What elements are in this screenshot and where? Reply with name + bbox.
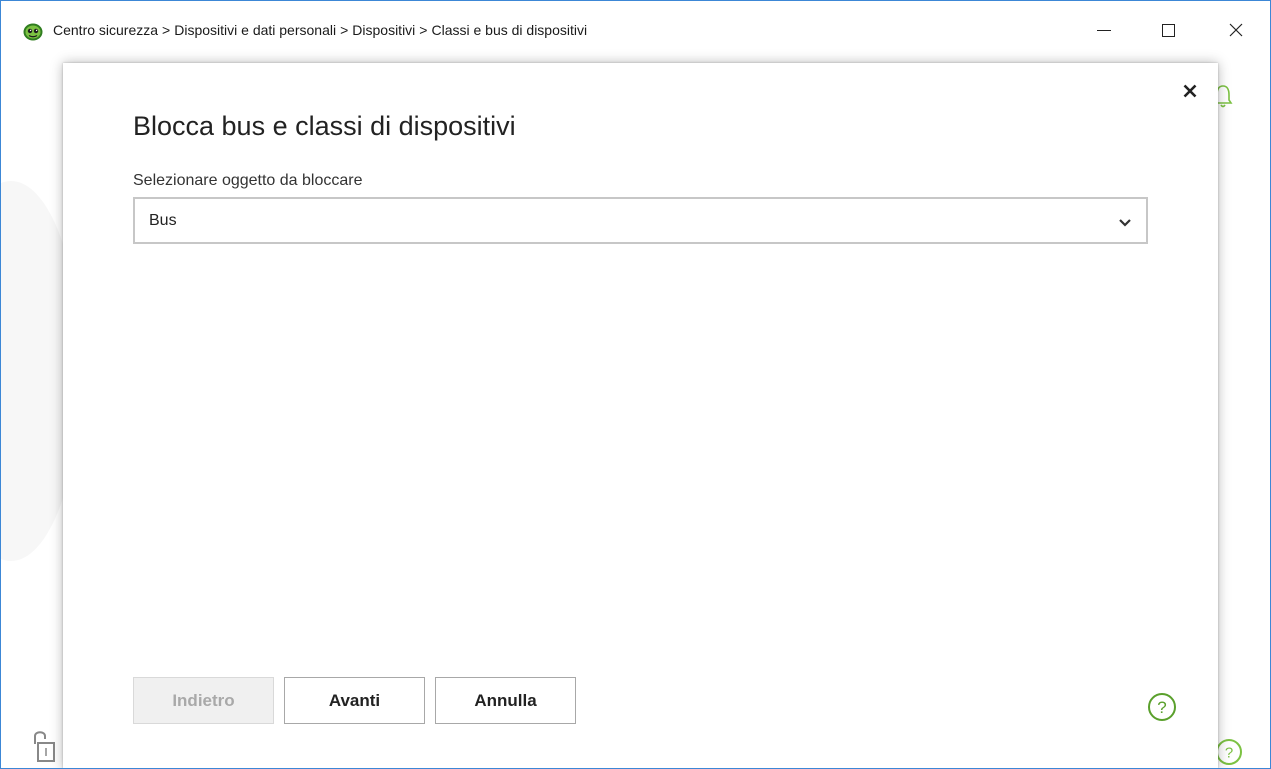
object-select-dropdown[interactable]: Bus <box>133 197 1148 244</box>
close-icon <box>1183 84 1197 98</box>
background-help-icon: ? <box>1215 738 1243 768</box>
breadcrumb-separator: > <box>340 22 349 38</box>
dialog-title: Blocca bus e classi di dispositivi <box>133 111 516 141</box>
select-value: Bus <box>149 212 177 229</box>
app-window: Centro sicurezza > Dispositivi e dati pers… <box>0 0 1271 769</box>
app-logo-icon <box>23 23 43 41</box>
window-close-button[interactable] <box>1213 12 1259 48</box>
svg-text:?: ? <box>1225 745 1233 762</box>
object-select-label: Selezionare oggetto da bloccare <box>133 172 363 189</box>
dialog-close-button[interactable] <box>1178 79 1202 103</box>
breadcrumb-item-devices[interactable]: Dispositivi <box>352 22 415 38</box>
cancel-button[interactable]: Annulla <box>435 677 576 724</box>
back-button[interactable]: Indietro <box>133 677 274 724</box>
breadcrumb: Centro sicurezza > Dispositivi e dati pers… <box>53 22 587 38</box>
minimize-icon <box>1097 29 1111 31</box>
title-bar: Centro sicurezza > Dispositivi e dati pers… <box>1 1 1270 49</box>
close-icon <box>1229 23 1243 37</box>
breadcrumb-separator: > <box>419 22 428 38</box>
breadcrumb-separator: > <box>162 22 171 38</box>
svg-text:?: ? <box>1157 698 1166 717</box>
maximize-icon <box>1161 23 1175 37</box>
chevron-down-icon <box>1118 215 1132 233</box>
breadcrumb-item-device-classes-buses: Classi e bus di dispositivi <box>431 22 588 38</box>
breadcrumb-item-security-center[interactable]: Centro sicurezza <box>53 22 158 38</box>
maximize-button[interactable] <box>1145 12 1191 48</box>
next-button[interactable]: Avanti <box>284 677 425 724</box>
help-icon[interactable]: ? <box>1147 692 1177 727</box>
minimize-button[interactable] <box>1081 12 1127 48</box>
breadcrumb-item-devices-personal-data[interactable]: Dispositivi e dati personali <box>174 22 336 38</box>
unlock-icon <box>31 728 61 768</box>
block-device-dialog: Blocca bus e classi di dispositivi Selez… <box>63 63 1218 768</box>
